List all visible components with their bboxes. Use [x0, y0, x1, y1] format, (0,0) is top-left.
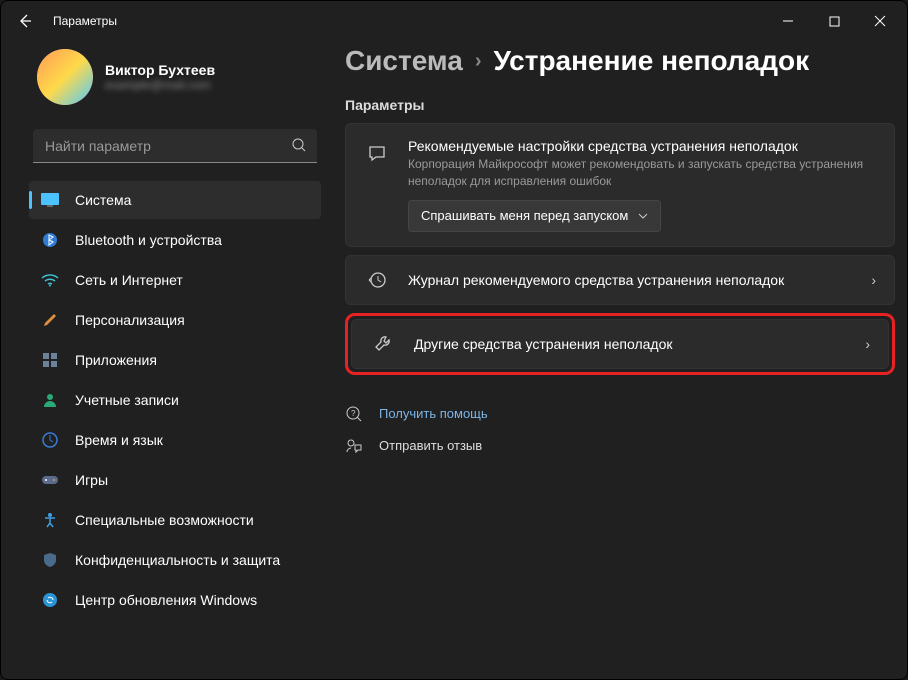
minimize-button[interactable]	[765, 5, 811, 37]
section-label: Параметры	[345, 97, 895, 113]
sidebar-item-network[interactable]: Сеть и Интернет	[29, 261, 321, 299]
window-controls	[765, 5, 903, 37]
wrench-icon	[370, 334, 396, 354]
sidebar-item-system[interactable]: Система	[29, 181, 321, 219]
accessibility-icon	[41, 511, 59, 529]
feedback-icon	[345, 437, 365, 455]
close-icon	[874, 15, 886, 27]
brush-icon	[41, 311, 59, 329]
sidebar-item-label: Сеть и Интернет	[75, 272, 183, 288]
chevron-right-icon: ›	[871, 272, 876, 288]
person-icon	[41, 391, 59, 409]
sidebar-item-label: Приложения	[75, 352, 157, 368]
sidebar-item-update[interactable]: Центр обновления Windows	[29, 581, 321, 619]
other-title: Другие средства устранения неполадок	[414, 336, 847, 352]
sidebar-item-label: Учетные записи	[75, 392, 179, 408]
breadcrumb-parent[interactable]: Система	[345, 45, 463, 77]
titlebar: Параметры	[1, 1, 907, 41]
chat-icon	[364, 144, 390, 164]
sidebar-item-accessibility[interactable]: Специальные возможности	[29, 501, 321, 539]
sidebar-item-bluetooth[interactable]: Bluetooth и устройства	[29, 221, 321, 259]
sidebar-item-label: Персонализация	[75, 312, 185, 328]
sidebar-item-label: Конфиденциальность и защита	[75, 552, 280, 568]
sidebar-item-time-language[interactable]: Время и язык	[29, 421, 321, 459]
content-area: Виктор Бухтеев example@mail.com Система …	[1, 41, 907, 679]
sidebar-item-gaming[interactable]: Игры	[29, 461, 321, 499]
sidebar-item-privacy[interactable]: Конфиденциальность и защита	[29, 541, 321, 579]
gamepad-icon	[41, 471, 59, 489]
user-email: example@mail.com	[105, 78, 215, 92]
sidebar-item-label: Время и язык	[75, 432, 163, 448]
recommended-desc: Корпорация Майкрософт может рекомендоват…	[408, 156, 876, 190]
highlight-box: Другие средства устранения неполадок ›	[345, 313, 895, 375]
feedback-link-text: Отправить отзыв	[379, 438, 482, 453]
sidebar-item-label: Игры	[75, 472, 108, 488]
search-input[interactable]	[33, 129, 317, 163]
bluetooth-icon	[41, 231, 59, 249]
sidebar-item-label: Bluetooth и устройства	[75, 232, 222, 248]
sidebar-item-personalization[interactable]: Персонализация	[29, 301, 321, 339]
minimize-icon	[782, 15, 794, 27]
arrow-left-icon	[17, 13, 33, 29]
chevron-right-icon: ›	[865, 336, 870, 352]
get-help-link[interactable]: ? Получить помощь	[345, 405, 895, 423]
recommended-settings-card: Рекомендуемые настройки средства устране…	[345, 123, 895, 247]
history-icon	[364, 270, 390, 290]
settings-window: Параметры Виктор Бухтеев example@mail.co…	[0, 0, 908, 680]
page-title: Устранение неполадок	[494, 45, 810, 77]
apps-icon	[41, 351, 59, 369]
nav: Система Bluetooth и устройства Сеть и Ин…	[29, 181, 321, 619]
other-troubleshooters-card[interactable]: Другие средства устранения неполадок ›	[351, 319, 889, 369]
system-icon	[41, 191, 59, 209]
helper-links: ? Получить помощь Отправить отзыв	[345, 405, 895, 455]
send-feedback-link[interactable]: Отправить отзыв	[345, 437, 895, 455]
history-title: Журнал рекомендуемого средства устранени…	[408, 272, 853, 288]
user-name: Виктор Бухтеев	[105, 62, 215, 78]
maximize-icon	[829, 16, 840, 27]
avatar	[37, 49, 93, 105]
wifi-icon	[41, 271, 59, 289]
globe-clock-icon	[41, 431, 59, 449]
history-card[interactable]: Журнал рекомендуемого средства устранени…	[345, 255, 895, 305]
back-button[interactable]	[5, 1, 45, 41]
search-icon	[291, 137, 307, 153]
sidebar-item-accounts[interactable]: Учетные записи	[29, 381, 321, 419]
help-icon: ?	[345, 405, 365, 423]
dropdown-value: Спрашивать меня перед запуском	[421, 208, 628, 223]
main-panel: Система › Устранение неполадок Параметры…	[321, 41, 895, 667]
recommended-title: Рекомендуемые настройки средства устране…	[408, 138, 876, 154]
shield-icon	[41, 551, 59, 569]
sidebar-item-label: Центр обновления Windows	[75, 592, 257, 608]
help-link-text[interactable]: Получить помощь	[379, 406, 488, 421]
update-icon	[41, 591, 59, 609]
breadcrumb: Система › Устранение неполадок	[345, 41, 895, 89]
recommended-dropdown[interactable]: Спрашивать меня перед запуском	[408, 200, 661, 232]
sidebar-item-apps[interactable]: Приложения	[29, 341, 321, 379]
chevron-right-icon: ›	[475, 50, 482, 73]
search-box[interactable]	[33, 129, 317, 163]
svg-text:?: ?	[351, 409, 356, 418]
sidebar-item-label: Система	[75, 192, 131, 208]
chevron-down-icon	[638, 213, 648, 219]
close-button[interactable]	[857, 5, 903, 37]
window-title: Параметры	[53, 14, 117, 28]
maximize-button[interactable]	[811, 5, 857, 37]
sidebar: Виктор Бухтеев example@mail.com Система …	[29, 41, 321, 667]
user-block[interactable]: Виктор Бухтеев example@mail.com	[29, 41, 321, 123]
sidebar-item-label: Специальные возможности	[75, 512, 254, 528]
